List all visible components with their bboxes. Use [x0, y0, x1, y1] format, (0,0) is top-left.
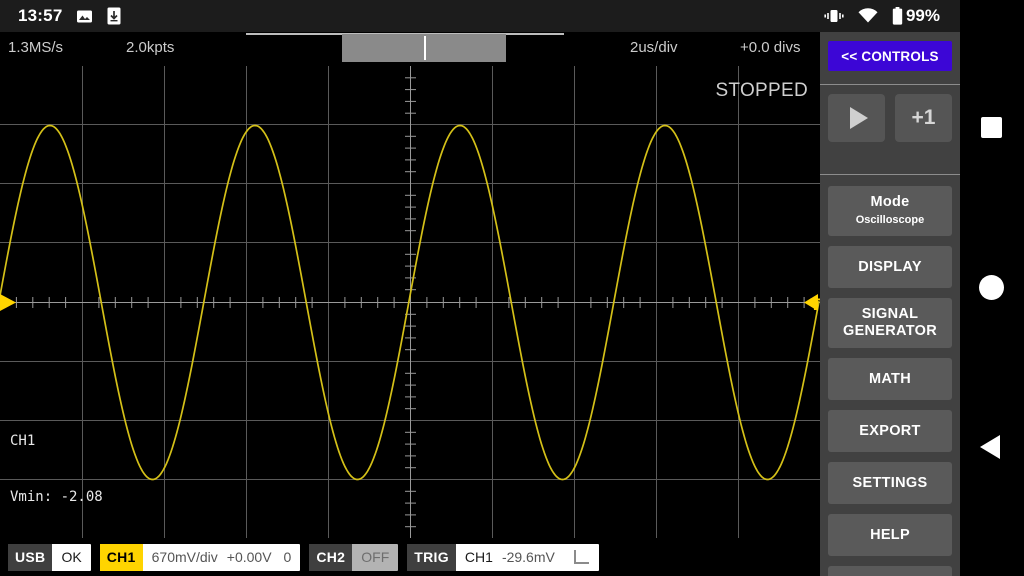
- settings-button-label: SETTINGS: [852, 474, 928, 491]
- mode-button-sublabel: Oscilloscope: [855, 213, 925, 226]
- mode-button[interactable]: Mode Oscilloscope: [828, 186, 952, 236]
- battery-percent: 99%: [905, 6, 940, 25]
- ch1-tag: CH1: [99, 543, 143, 571]
- play-icon: [849, 107, 868, 129]
- measurements-panel: CH1 Vmin: -2.08 Vmax: +1.99 Vpp: +4.07 F…: [10, 394, 111, 538]
- oscilloscope-app: 13:57 99% 1.3MS/s 2.0kpts 2us/div +0.0 d…: [0, 0, 1024, 576]
- download-icon: [107, 7, 121, 25]
- horizontal-position-center-tick: [424, 36, 426, 60]
- ch2-settings-chip[interactable]: CH2 OFF: [309, 543, 399, 571]
- back-icon[interactable]: [980, 435, 1000, 459]
- usb-value: OK: [61, 549, 82, 565]
- controls-button-list: Mode Oscilloscope DISPLAY SIGNAL GENERAT…: [828, 186, 952, 576]
- graticule-and-trace: T: [0, 66, 820, 538]
- acquisition-status-label: STOPPED: [715, 80, 808, 101]
- settings-button[interactable]: SETTINGS: [828, 462, 952, 504]
- ch1-settings-chip[interactable]: CH1 670mV/div +0.00V 0: [99, 543, 301, 571]
- trigger-settings-chip[interactable]: TRIG CH1 -29.6mV: [407, 543, 599, 571]
- android-status-bar: 13:57 99%: [0, 0, 960, 32]
- ch1-probe: 0: [283, 549, 292, 565]
- help-button-label: HELP: [870, 526, 910, 543]
- battery-icon: [892, 7, 903, 25]
- mode-button-label: Mode: [870, 193, 910, 210]
- status-bar-right-icons: 99%: [810, 6, 952, 26]
- point-count-label: 2.0kpts: [126, 39, 175, 56]
- ch1-ground-marker[interactable]: [0, 294, 16, 311]
- scope-status-bar: USB OK CH1 670mV/div +0.00V 0 CH2 OFF TR…: [0, 538, 820, 576]
- waveform-plot[interactable]: T STOPPED CH1 Vmin: -2.08 Vmax: +1.99 Vp…: [0, 66, 820, 538]
- run-controls-row: +1: [820, 94, 960, 164]
- image-icon: [76, 8, 93, 25]
- falling-edge-icon: [573, 550, 589, 564]
- signal-generator-button[interactable]: SIGNAL GENERATOR: [828, 298, 952, 348]
- wifi-icon: [858, 8, 878, 24]
- status-clock: 13:57: [18, 6, 63, 25]
- measurements-title: CH1: [10, 433, 36, 449]
- recents-icon[interactable]: [981, 117, 1002, 138]
- ch2-value: OFF: [361, 549, 390, 565]
- ch1-scale: 670mV/div: [151, 549, 218, 565]
- math-button-label: MATH: [868, 370, 911, 387]
- help-button[interactable]: HELP: [828, 514, 952, 556]
- vibrate-icon: [824, 8, 844, 24]
- single-shot-button[interactable]: +1: [895, 94, 952, 142]
- export-button[interactable]: EXPORT: [828, 410, 952, 452]
- sample-rate-label: 1.3MS/s: [8, 39, 64, 56]
- panel-divider: [820, 174, 960, 175]
- time-offset-label[interactable]: +0.0 divs: [740, 39, 800, 56]
- timebase-label[interactable]: 2us/div: [630, 39, 678, 56]
- home-icon[interactable]: [979, 275, 1004, 300]
- trig-tag: TRIG: [407, 543, 456, 571]
- android-nav-bar: [960, 0, 1024, 576]
- trigger-marker-label: T: [810, 295, 820, 314]
- trig-source: CH1: [464, 549, 493, 565]
- panel-divider: [820, 84, 960, 85]
- controls-panel: << CONTROLS +1 Mode Oscilloscope DISPLAY…: [820, 32, 960, 576]
- about-button[interactable]: ABOUT: [828, 566, 952, 576]
- ch1-offset: +0.00V: [226, 549, 272, 565]
- usb-status-chip[interactable]: USB OK: [8, 543, 91, 571]
- usb-tag: USB: [8, 543, 53, 571]
- trig-level: -29.6mV: [501, 549, 555, 565]
- run-stop-button[interactable]: [828, 94, 885, 142]
- display-button-label: DISPLAY: [858, 258, 922, 275]
- signal-generator-button-label: SIGNAL GENERATOR: [842, 306, 937, 339]
- ch2-tag: CH2: [309, 543, 353, 571]
- export-button-label: EXPORT: [859, 422, 921, 439]
- controls-toggle-button[interactable]: << CONTROLS: [828, 41, 952, 71]
- display-button[interactable]: DISPLAY: [828, 246, 952, 288]
- measurement-row: Vmin: -2.08: [10, 489, 103, 505]
- math-button[interactable]: MATH: [828, 358, 952, 400]
